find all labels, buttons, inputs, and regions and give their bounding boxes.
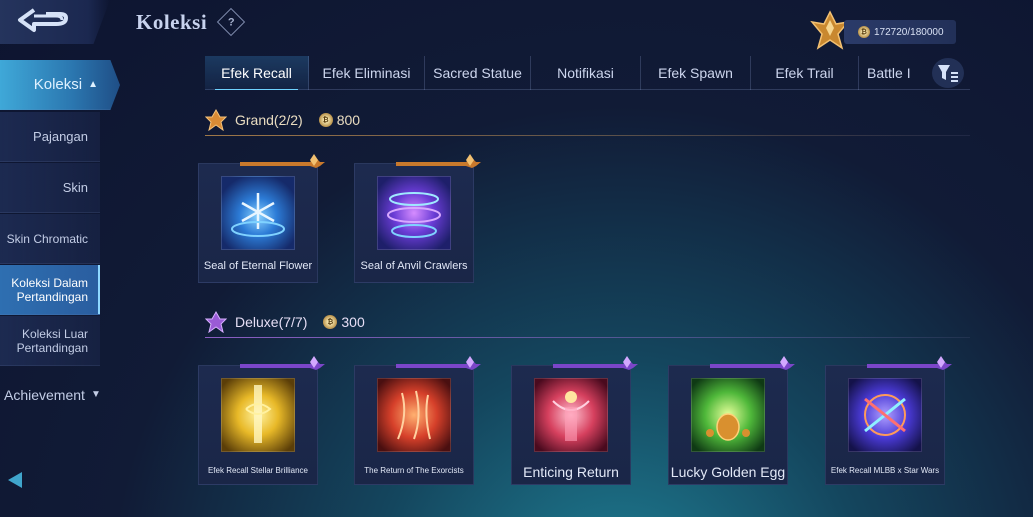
item-name: Seal of Anvil Crawlers <box>360 260 468 272</box>
collection-item-card[interactable]: Efek Recall Stellar Brilliance <box>198 356 325 485</box>
section-grand-label: Grand(2/2) <box>235 112 303 128</box>
enticing-return-thumbnail <box>534 378 608 452</box>
deluxe-ribbon-icon <box>240 356 325 370</box>
lantern-icon <box>552 391 590 441</box>
collection-item-card[interactable]: Enticing Return <box>511 356 638 485</box>
tab-battle[interactable]: Battle I <box>859 56 919 90</box>
filter-icon <box>938 65 958 82</box>
filter-button[interactable] <box>932 58 964 88</box>
deluxe-ribbon-icon <box>553 356 638 370</box>
sidebar-item-koleksi-luar-pertandingan[interactable]: Koleksi Luar Pertandingan <box>0 316 100 366</box>
grand-ribbon-icon <box>396 154 481 168</box>
sidebar-item-skin-chromatic[interactable]: Skin Chromatic <box>0 214 100 264</box>
anvil-portal-icon <box>387 192 441 238</box>
deluxe-tier-icon <box>205 311 227 333</box>
collection-item-card[interactable]: Efek Recall MLBB x Star Wars <box>825 356 952 485</box>
help-icon[interactable]: ? <box>216 7 246 37</box>
currency-display: ₿ 172720/180000 <box>844 20 956 44</box>
item-name: Efek Recall MLBB x Star Wars <box>830 466 940 475</box>
section-grand-cost: ₿ 800 <box>318 112 360 128</box>
back-arrow-icon <box>18 8 68 32</box>
egg-icon <box>706 413 750 441</box>
coin-icon: ₿ <box>318 113 333 127</box>
category-tabs: Efek Recall Efek Eliminasi Sacred Statue… <box>205 56 970 90</box>
flame-swirl-icon <box>397 390 431 440</box>
return-of-exorcists-thumbnail <box>377 378 451 452</box>
sidebar-item-koleksi-dalam-pertandingan[interactable]: Koleksi Dalam Pertandingan <box>0 265 100 315</box>
sidebar-item-achievement[interactable]: Achievement ▼ <box>0 370 112 420</box>
divider <box>205 337 970 338</box>
item-name: Enticing Return <box>523 464 619 480</box>
lightsaber-icon <box>864 394 906 436</box>
tab-efek-spawn[interactable]: Efek Spawn <box>641 56 751 90</box>
chevron-up-icon: ▲ <box>88 78 98 90</box>
collection-item-card[interactable]: Seal of Eternal Flower <box>198 154 325 283</box>
seal-of-eternal-flower-thumbnail <box>221 176 295 250</box>
deluxe-ribbon-icon <box>867 356 952 370</box>
section-deluxe-header: Deluxe(7/7) ₿ 300 <box>205 309 970 338</box>
sidebar-item-pajangan[interactable]: Pajangan <box>0 112 100 162</box>
tab-notifikasi[interactable]: Notifikasi <box>531 56 641 90</box>
deluxe-ribbon-icon <box>396 356 481 370</box>
tab-efek-recall[interactable]: Efek Recall <box>205 56 309 90</box>
top-bar: Koleksi ? ₿ 172720/180000 <box>0 0 1033 52</box>
sidebar-item-koleksi[interactable]: Koleksi ▲ <box>0 60 120 110</box>
item-name: Lucky Golden Egg <box>670 464 786 480</box>
coin-icon: ₿ <box>858 26 870 38</box>
sidebar-item-skin[interactable]: Skin <box>0 163 100 213</box>
tab-efek-trail[interactable]: Efek Trail <box>751 56 859 90</box>
tab-sacred-statue[interactable]: Sacred Statue <box>425 56 531 90</box>
deluxe-ribbon-icon <box>710 356 795 370</box>
collection-item-card[interactable]: Seal of Anvil Crawlers <box>354 154 481 283</box>
section-deluxe-label: Deluxe(7/7) <box>235 314 308 330</box>
coin-icon: ₿ <box>323 315 338 329</box>
item-name: Efek Recall Stellar Brilliance <box>207 466 309 475</box>
item-name: The Return of The Exorcists <box>364 466 464 475</box>
back-button[interactable] <box>0 0 110 44</box>
section-grand-header: Grand(2/2) ₿ 800 <box>205 107 970 136</box>
divider <box>205 135 970 136</box>
page-title: Koleksi <box>136 10 208 34</box>
mlbb-star-wars-thumbnail <box>848 378 922 452</box>
scroll-left-icon[interactable] <box>8 472 22 488</box>
section-deluxe-cost: ₿ 300 <box>323 314 365 330</box>
collection-item-card[interactable]: The Return of The Exorcists <box>354 356 481 485</box>
golden-beam-icon <box>245 385 272 443</box>
snowflake-icon <box>231 193 285 237</box>
currency-value: 172720/180000 <box>874 26 944 38</box>
sidebar: Koleksi ▲ Pajangan Skin Skin Chromatic K… <box>0 58 130 517</box>
tab-efek-eliminasi[interactable]: Efek Eliminasi <box>309 56 425 90</box>
collection-item-card[interactable]: Lucky Golden Egg <box>668 356 795 485</box>
stellar-brilliance-thumbnail <box>221 378 295 452</box>
grand-ribbon-icon <box>240 154 325 168</box>
grand-tier-icon <box>205 109 227 131</box>
seal-of-anvil-crawlers-thumbnail <box>377 176 451 250</box>
lucky-golden-egg-thumbnail <box>691 378 765 452</box>
item-name: Seal of Eternal Flower <box>203 260 313 272</box>
chevron-down-icon: ▼ <box>90 389 101 400</box>
